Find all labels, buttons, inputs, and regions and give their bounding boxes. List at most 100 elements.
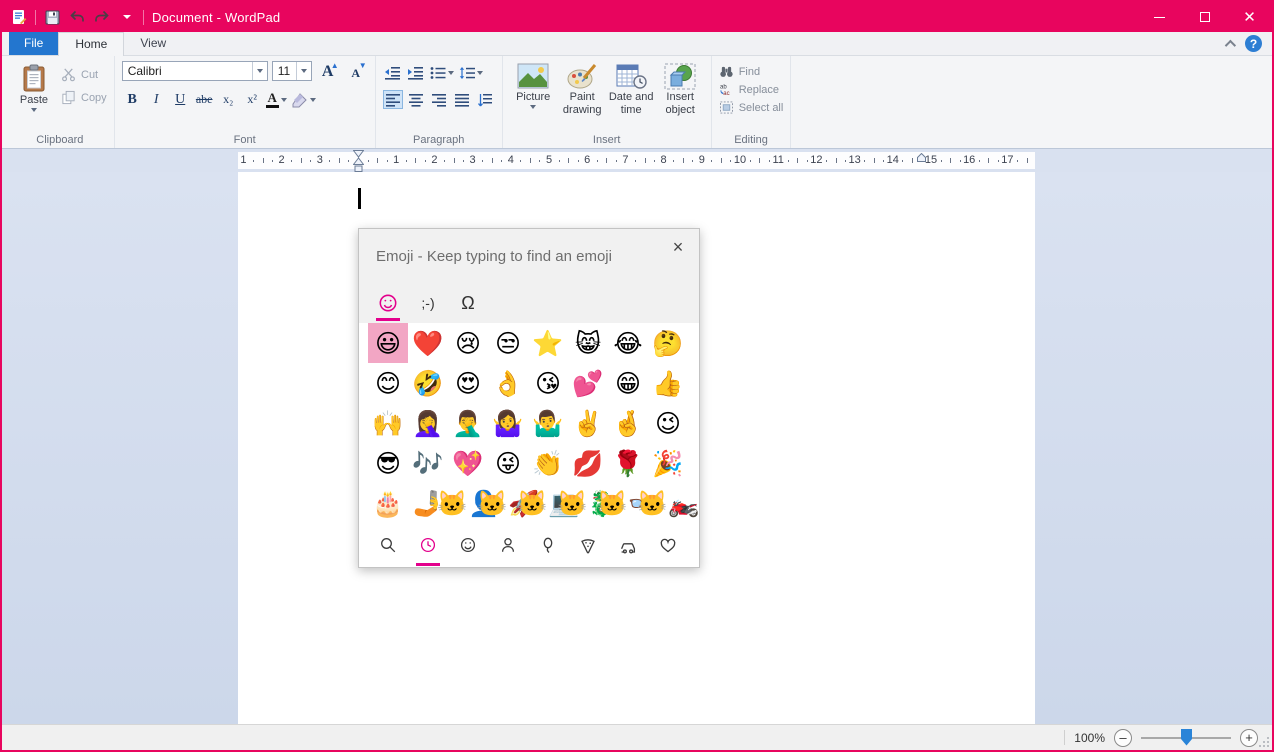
insert-object-button[interactable]: Insert object [657,61,704,116]
emoji-woman-facepalming[interactable]: 🤦‍♀️ [408,403,448,443]
right-indent-marker[interactable] [917,153,926,162]
emoji-nav-symbols[interactable] [648,525,688,565]
align-left-button[interactable] [383,90,403,109]
italic-button[interactable]: I [146,90,167,109]
emoji-unamused-face[interactable]: 😒 [488,323,528,363]
emoji-winking-face-with-tongue[interactable]: 😜 [488,443,528,483]
emoji-man-shrugging[interactable]: 🤷‍♂️ [528,403,568,443]
emoji-star[interactable]: ⭐ [528,323,568,363]
minimize-button[interactable] [1137,2,1182,32]
strikethrough-button[interactable]: abe [194,90,215,109]
emoji-rolling-on-the-floor-laughing[interactable]: 🤣 [408,363,448,403]
help-icon[interactable]: ? [1245,35,1262,52]
date-time-button[interactable]: Date and time [608,61,655,116]
copy-button[interactable]: Copy [61,90,107,105]
paint-drawing-button[interactable]: Paint drawing [559,61,606,116]
grow-font-button[interactable]: A ▲ [316,61,340,81]
font-family-dropdown[interactable] [252,62,267,80]
paste-button[interactable]: Paste [13,61,55,112]
tab-view[interactable]: View [124,32,182,55]
emoji-man-facepalming[interactable]: 🤦‍♂️ [448,403,488,443]
emoji-crossed-fingers[interactable]: 🤞 [608,403,648,443]
highlight-color-button[interactable] [290,92,316,108]
object-icon [664,63,696,90]
emoji-birthday-cake[interactable]: 🎂 [368,483,408,523]
collapse-ribbon-icon[interactable] [1225,39,1236,50]
emoji-thinking-face[interactable]: 🤔 [648,323,688,363]
font-size-dropdown[interactable] [296,62,311,80]
emoji-nav-transport[interactable] [608,525,648,565]
bold-button[interactable]: B [122,90,143,109]
underline-button[interactable]: U [170,90,191,109]
increase-indent-button[interactable] [406,63,426,82]
maximize-button[interactable] [1182,2,1227,32]
emoji-tab-smileys[interactable] [368,285,408,321]
emoji-musical-notes[interactable]: 🎶 [408,443,448,483]
font-size-select[interactable]: 11 [272,61,312,81]
select-all-button[interactable]: Select all [719,101,784,114]
emoji-two-hearts[interactable]: 💕 [568,363,608,403]
customize-qat-dropdown[interactable] [118,8,136,26]
emoji-nav-search[interactable] [368,525,408,565]
superscript-button[interactable]: x² [242,90,263,109]
indent-marker[interactable] [353,150,364,172]
shrink-font-button[interactable]: A ▼ [344,61,368,81]
zoom-slider-thumb[interactable] [1181,729,1192,746]
font-family-select[interactable]: Calibri [122,61,268,81]
emoji-party-popper[interactable]: 🎉 [648,443,688,483]
redo-button[interactable] [93,8,111,26]
paragraph-settings-button[interactable] [475,90,495,109]
find-button[interactable]: Find [719,65,784,78]
emoji-crying-face[interactable]: 😢 [448,323,488,363]
emoji-smiling-face-with-smiling-eyes[interactable]: 😊 [368,363,408,403]
emoji-grinning-face-with-big-eyes[interactable]: 😃 [368,323,408,363]
emoji-victory-hand[interactable]: ✌️ [568,403,608,443]
emoji-smiling-face-with-heart-eyes[interactable]: 😍 [448,363,488,403]
emoji-smiling-face-with-sunglasses[interactable]: 😎 [368,443,408,483]
line-spacing-button[interactable] [458,63,484,82]
insert-picture-button[interactable]: Picture [510,61,557,116]
emoji-tab-symbols[interactable]: Ω [448,285,488,321]
emoji-kiss-mark[interactable]: 💋 [568,443,608,483]
emoji-tab-kaomoji[interactable]: ;-) [408,285,448,321]
emoji-face-blowing-a-kiss[interactable]: 😘 [528,363,568,403]
emoji-nav-smileys[interactable] [448,525,488,565]
emoji-winking-face[interactable]: 😉 [648,403,688,443]
replace-button[interactable]: abac Replace [719,83,784,96]
ruler-dot [902,160,903,162]
tab-file[interactable]: File [9,32,58,55]
zoom-slider[interactable] [1141,729,1231,747]
emoji-thumbs-up[interactable]: 👍 [648,363,688,403]
bullets-button[interactable] [429,63,455,82]
cut-button[interactable]: Cut [61,67,107,82]
emoji-close-button[interactable]: × [665,234,691,260]
emoji-nav-people[interactable] [488,525,528,565]
emoji-ok-hand[interactable]: 👌 [488,363,528,403]
emoji-beaming-face-with-smiling-eyes[interactable]: 😁 [608,363,648,403]
zoom-in-button[interactable]: + [1240,729,1258,747]
emoji-red-heart[interactable]: ❤️ [408,323,448,363]
justify-button[interactable] [452,90,472,109]
subscript-button[interactable]: x₂ [218,90,239,109]
emoji-face-with-tears-of-joy[interactable]: 😂 [608,323,648,363]
emoji-raising-hands[interactable]: 🙌 [368,403,408,443]
tab-home[interactable]: Home [58,32,124,56]
emoji-grinning-cat-with-smiling-eyes[interactable]: 😸 [568,323,608,363]
font-color-button[interactable]: A [266,91,287,108]
save-button[interactable] [43,8,61,26]
resize-grip[interactable] [1258,736,1270,748]
decrease-indent-button[interactable] [383,63,403,82]
emoji-nav-recent[interactable] [408,525,448,565]
emoji-stunt-cat[interactable]: 🐱‍🏍 [648,483,688,523]
close-button[interactable]: ✕ [1227,2,1272,32]
undo-button[interactable] [68,8,86,26]
emoji-nav-food[interactable] [568,525,608,565]
emoji-sparkling-heart[interactable]: 💖 [448,443,488,483]
zoom-out-button[interactable]: – [1114,729,1132,747]
emoji-rose[interactable]: 🌹 [608,443,648,483]
align-center-button[interactable] [406,90,426,109]
align-right-button[interactable] [429,90,449,109]
emoji-woman-shrugging[interactable]: 🤷‍♀️ [488,403,528,443]
emoji-clapping-hands[interactable]: 👏 [528,443,568,483]
emoji-nav-celebrations[interactable] [528,525,568,565]
